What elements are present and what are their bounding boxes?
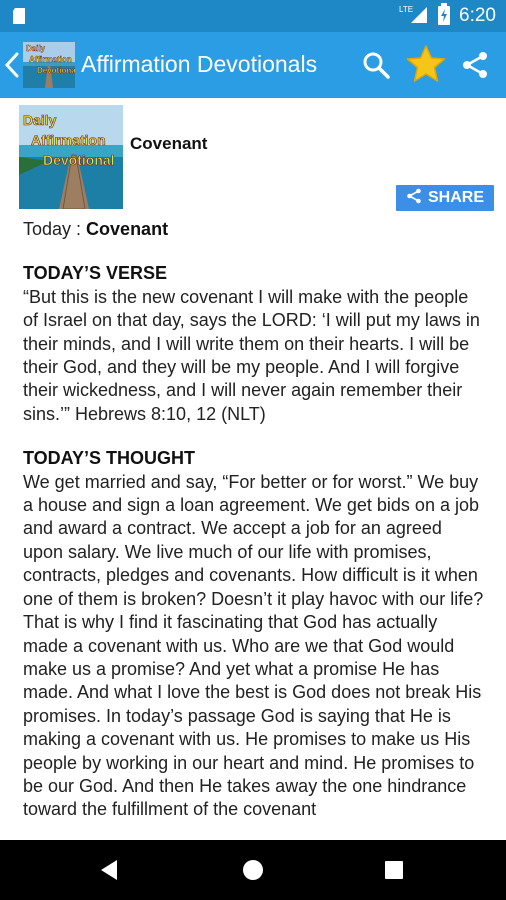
thumb-text-affirmation: Affirmation xyxy=(31,132,106,148)
navigation-bar xyxy=(0,840,506,900)
status-icons: LTE 6:20 xyxy=(399,0,496,32)
devotional-content[interactable]: Daily Affirmation Devotional Covenant SH… xyxy=(0,98,506,840)
share-button[interactable]: SHARE xyxy=(396,185,494,211)
logo-text-devotional: Devotional xyxy=(37,66,75,75)
verse-heading: TODAY’S VERSE xyxy=(23,263,168,284)
share-icon xyxy=(406,188,422,209)
sd-card-icon xyxy=(10,6,30,26)
post-title: Covenant xyxy=(130,134,208,153)
devotional-body: Today : Covenant TODAY’S VERSE “But this… xyxy=(23,218,485,822)
battery-icon xyxy=(437,2,451,30)
nav-home-icon[interactable] xyxy=(242,859,264,881)
verse-text: “But this is the new covenant I will mak… xyxy=(23,286,480,424)
share-icon[interactable] xyxy=(460,50,490,80)
app-logo[interactable]: Daily Affirmation Devotional xyxy=(23,42,75,88)
thought-heading: TODAY’S THOUGHT xyxy=(23,448,196,469)
app-title: Affirmation Devotionals xyxy=(81,51,318,77)
app-bar: Daily Affirmation Devotional Affirmation… xyxy=(0,32,506,98)
logo-text-affirmation: Affirmation xyxy=(29,55,72,64)
favorite-star-icon[interactable] xyxy=(405,44,447,84)
share-button-label: SHARE xyxy=(427,189,484,206)
nav-recents-icon[interactable] xyxy=(385,861,403,879)
logo-text-daily: Daily xyxy=(26,44,46,53)
back-chevron-icon[interactable] xyxy=(4,51,20,79)
nav-back-icon[interactable] xyxy=(97,858,121,882)
signal-icon: LTE xyxy=(399,3,429,30)
search-icon[interactable] xyxy=(361,50,391,80)
status-bar: LTE 6:20 xyxy=(0,0,506,32)
thumb-text-daily: Daily xyxy=(23,112,57,128)
screen: LTE 6:20 Daily Affirmation Devotional Af… xyxy=(0,0,506,900)
network-label: LTE xyxy=(399,5,413,14)
thumb-text-devotional: Devotional xyxy=(43,152,115,168)
today-line: Today : Covenant xyxy=(23,218,485,241)
status-time: 6:20 xyxy=(459,5,496,26)
post-thumbnail: Daily Affirmation Devotional xyxy=(19,105,123,209)
today-title: Covenant xyxy=(86,219,169,239)
today-prefix: Today : xyxy=(23,219,87,239)
thought-text: We get married and say, “For better or f… xyxy=(23,471,484,820)
